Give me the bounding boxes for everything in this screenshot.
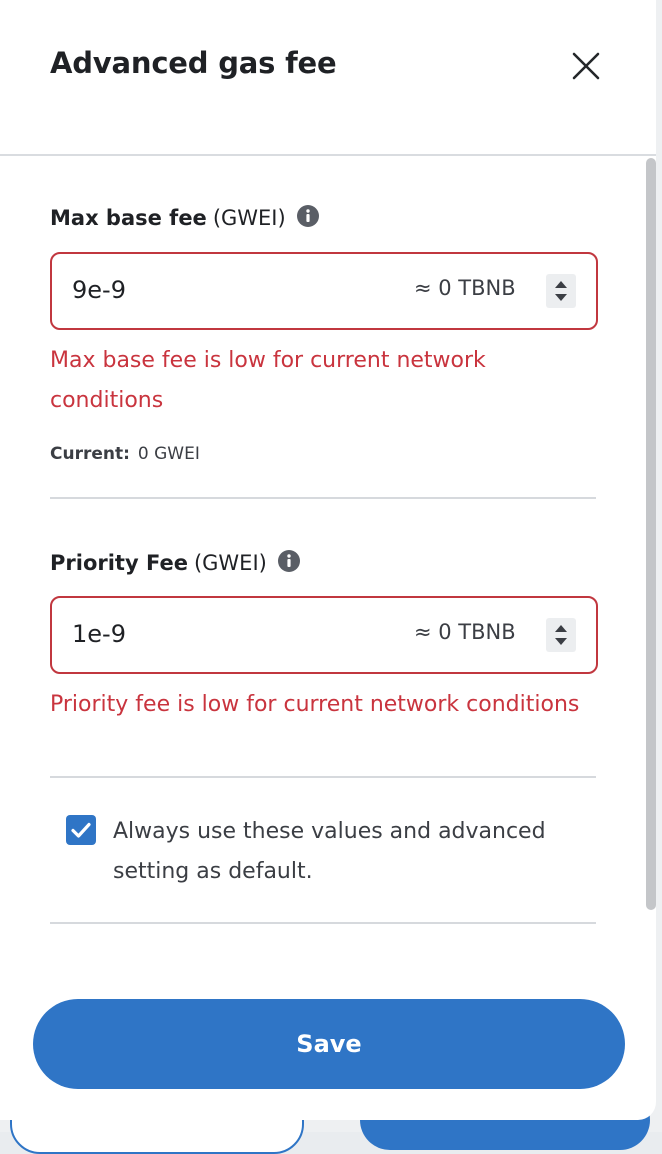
- priority-fee-error: Priority fee is low for current network …: [50, 692, 580, 717]
- priority-fee-value[interactable]: 1e-9: [72, 620, 126, 648]
- advanced-gas-fee-modal: Advanced gas fee Max base fee (GWEI) 9e-9…: [0, 0, 656, 1120]
- current-value: 0 GWEI: [137, 444, 200, 464]
- divider: [50, 497, 596, 499]
- divider: [50, 776, 596, 778]
- current-label: Current:: [50, 444, 130, 464]
- max-base-fee-value[interactable]: 9e-9: [72, 276, 126, 304]
- close-button[interactable]: [566, 46, 606, 86]
- priority-fee-label: Priority Fee (GWEI): [50, 549, 301, 575]
- divider: [50, 922, 596, 924]
- max-base-fee-stepper[interactable]: [546, 274, 576, 308]
- max-base-fee-conversion: ≈ 0 TBNB: [414, 276, 516, 300]
- stepper-arrows-icon: [555, 281, 567, 301]
- max-base-fee-input[interactable]: 9e-9 ≈ 0 TBNB: [50, 252, 598, 330]
- stepper-arrows-icon: [555, 625, 567, 645]
- modal-title: Advanced gas fee: [50, 46, 337, 80]
- info-icon[interactable]: [296, 204, 320, 228]
- default-settings-label[interactable]: Always use these values and advanced set…: [113, 812, 573, 892]
- max-base-fee-label: Max base fee (GWEI): [50, 204, 320, 230]
- save-button[interactable]: Save: [33, 999, 625, 1089]
- default-settings-checkbox[interactable]: [66, 815, 96, 845]
- current-base-fee: Current: 0 GWEI: [50, 444, 200, 464]
- checkmark-icon: [71, 822, 91, 838]
- priority-fee-stepper[interactable]: [546, 618, 576, 652]
- priority-fee-label-text: Priority Fee: [50, 551, 188, 575]
- scrollbar[interactable]: [646, 158, 656, 910]
- max-base-fee-error: Max base fee is low for current network …: [50, 348, 486, 413]
- priority-fee-conversion: ≈ 0 TBNB: [414, 620, 516, 644]
- priority-fee-input[interactable]: 1e-9 ≈ 0 TBNB: [50, 596, 598, 674]
- close-icon: [572, 52, 600, 80]
- info-icon[interactable]: [277, 549, 301, 573]
- max-base-fee-unit: (GWEI): [212, 206, 286, 230]
- modal-header: Advanced gas fee: [0, 0, 656, 156]
- priority-fee-unit: (GWEI): [193, 551, 267, 575]
- max-base-fee-label-text: Max base fee: [50, 206, 207, 230]
